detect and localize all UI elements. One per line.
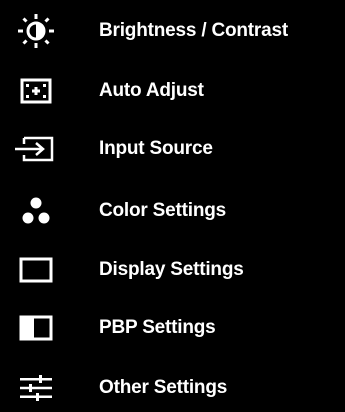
menu-item-auto-adjust[interactable]: Auto Adjust bbox=[0, 67, 345, 115]
color-settings-icon bbox=[4, 187, 68, 235]
menu-item-label: Auto Adjust bbox=[99, 80, 204, 101]
menu-item-label: Color Settings bbox=[99, 200, 227, 221]
menu-item-label: Input Source bbox=[99, 138, 213, 159]
menu-item-color-settings[interactable]: Color Settings bbox=[0, 187, 345, 235]
input-source-icon bbox=[4, 125, 68, 173]
other-settings-icon bbox=[4, 364, 68, 412]
display-settings-icon bbox=[4, 246, 68, 294]
menu-item-pbp-settings[interactable]: PBP Settings bbox=[0, 304, 345, 352]
osd-main-menu: Brightness / Contrast Auto Adjust Input … bbox=[0, 0, 345, 409]
brightness-icon bbox=[4, 7, 68, 55]
menu-item-brightness-contrast[interactable]: Brightness / Contrast bbox=[0, 7, 345, 55]
menu-item-label: Brightness / Contrast bbox=[99, 20, 288, 41]
menu-item-other-settings[interactable]: Other Settings bbox=[0, 364, 345, 412]
menu-item-input-source[interactable]: Input Source bbox=[0, 125, 345, 173]
pbp-settings-icon bbox=[4, 304, 68, 352]
auto-adjust-icon bbox=[4, 67, 68, 115]
menu-item-label: PBP Settings bbox=[99, 317, 216, 338]
menu-item-label: Other Settings bbox=[99, 377, 228, 398]
menu-item-display-settings[interactable]: Display Settings bbox=[0, 246, 345, 294]
menu-item-label: Display Settings bbox=[99, 259, 244, 280]
